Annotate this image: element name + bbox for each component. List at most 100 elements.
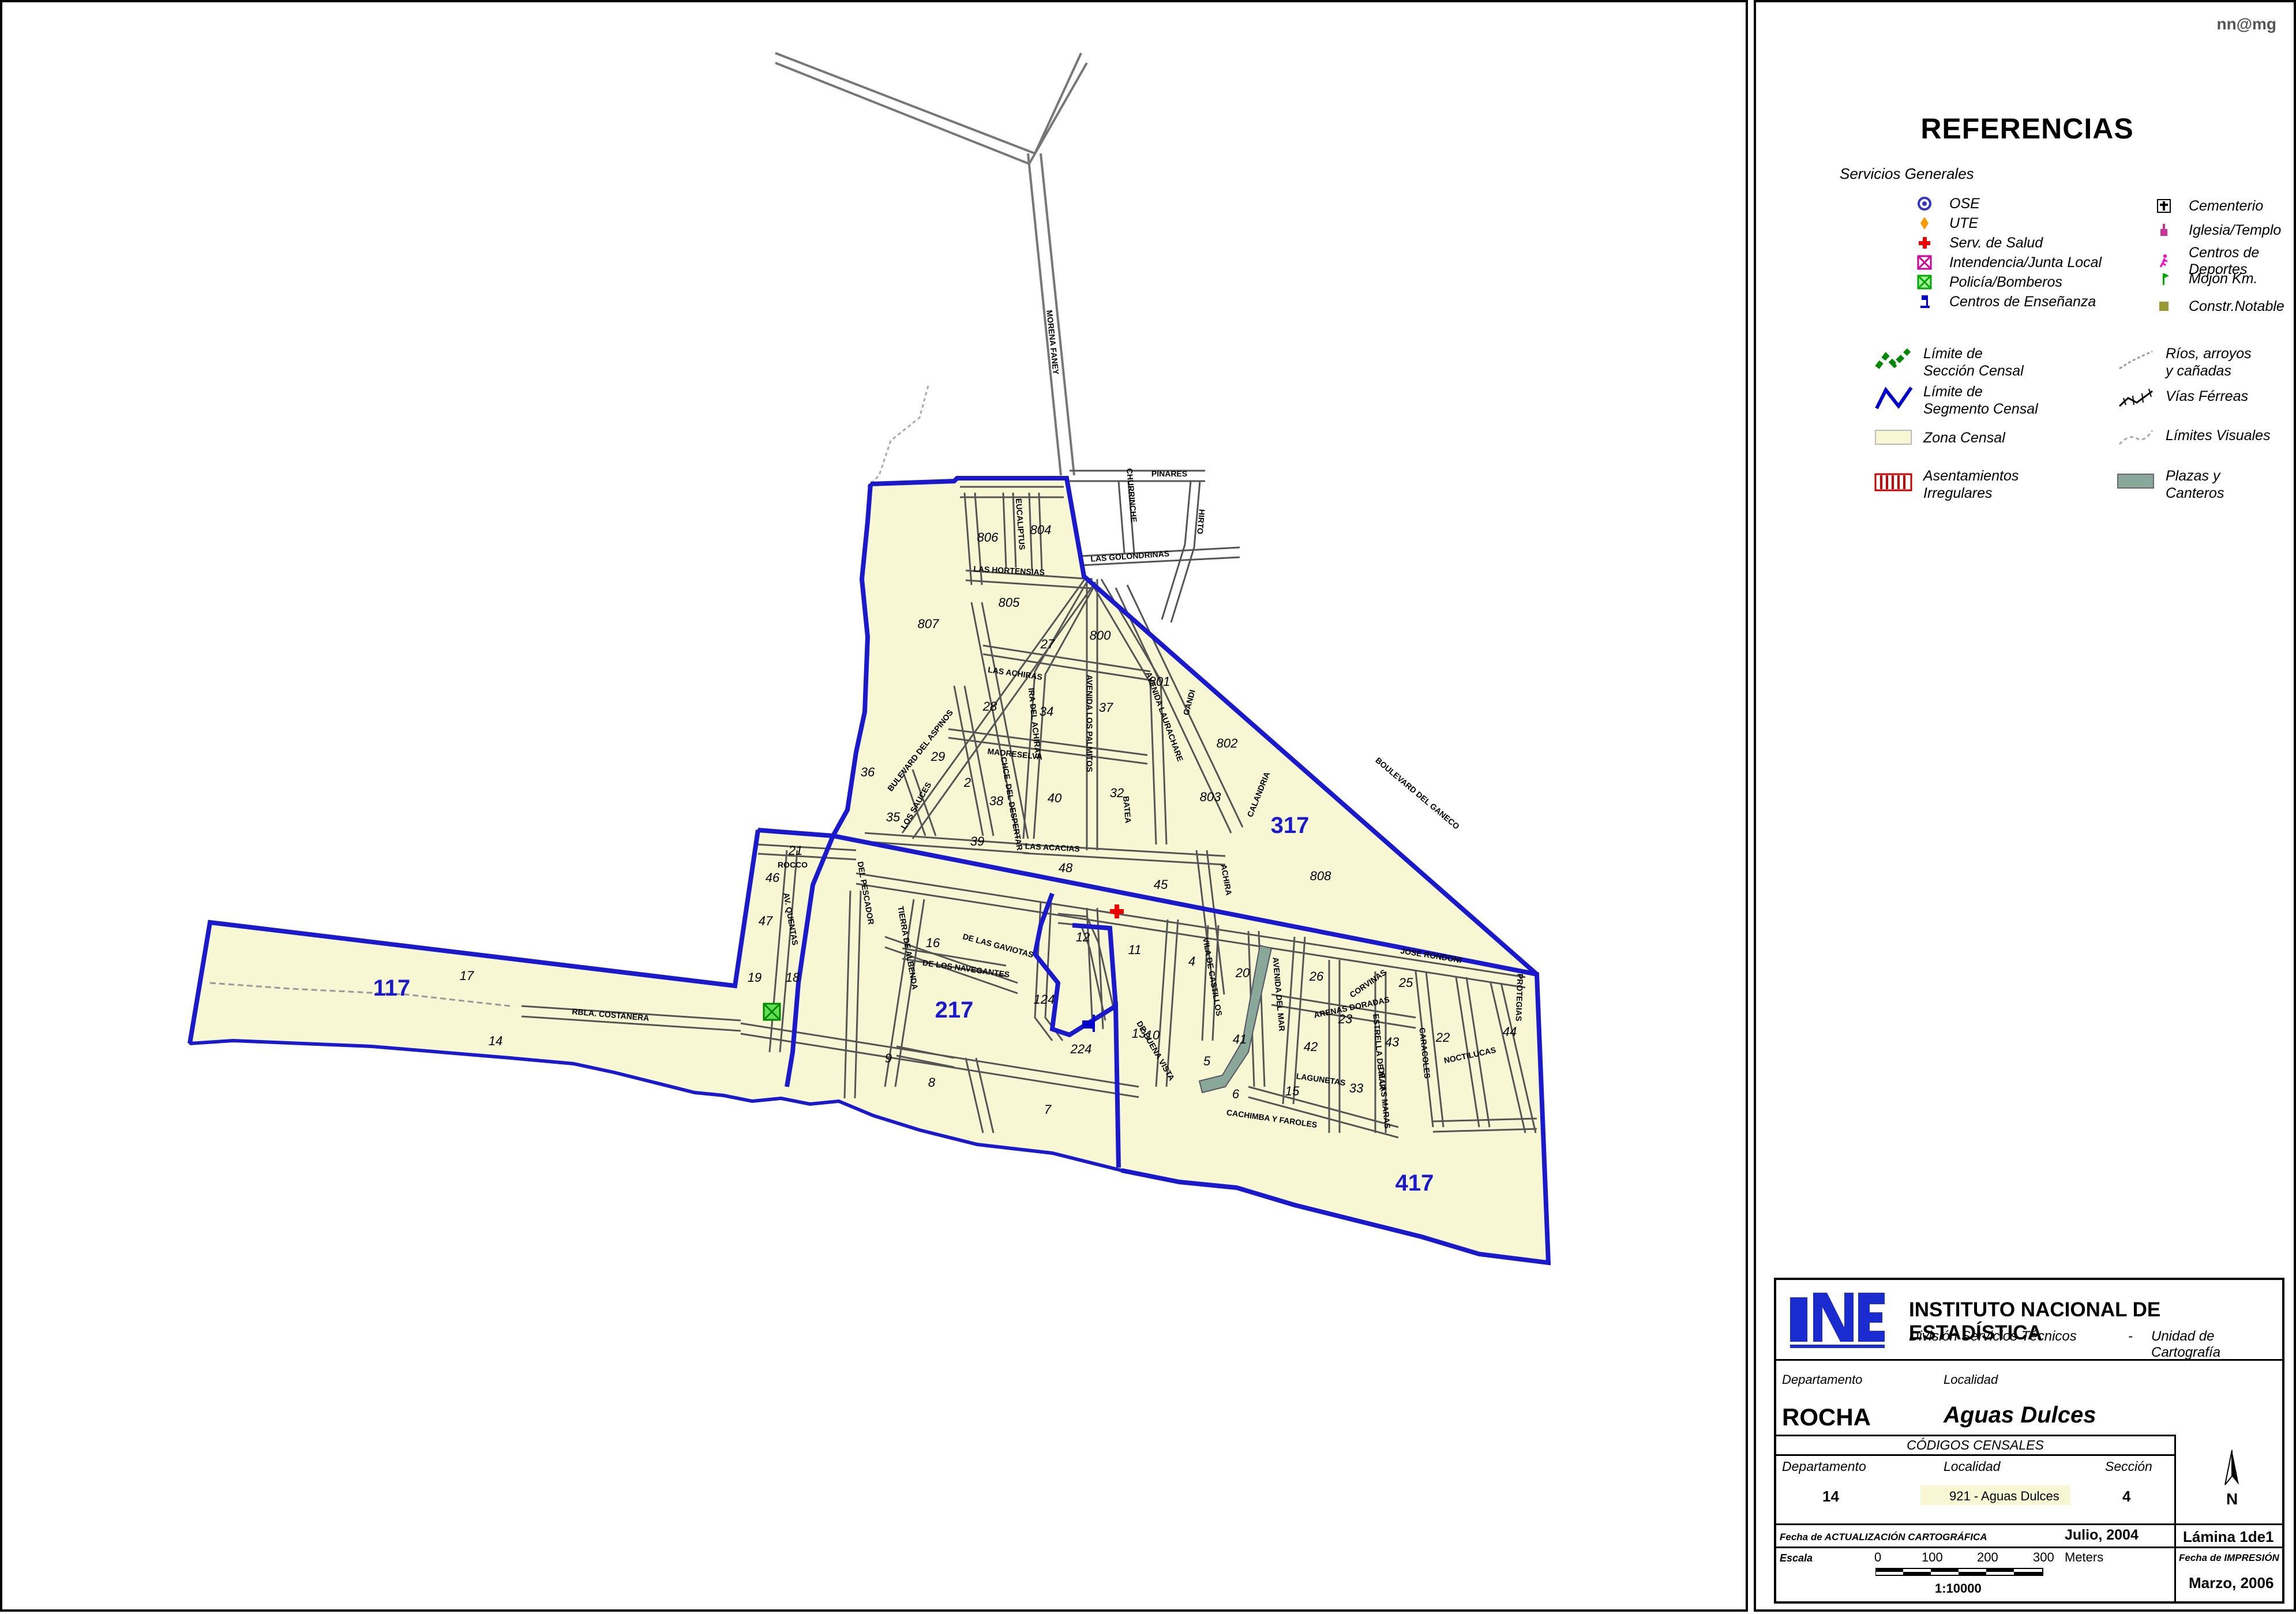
dep-value: ROCHA: [1782, 1403, 1871, 1431]
street-label: CHURRINCHE: [1125, 468, 1139, 523]
scale-tick-300: 300: [2033, 1550, 2054, 1564]
legend-item-notable: Constr.Notable: [2154, 296, 2284, 316]
block-label: 12: [1076, 930, 1090, 944]
loc-value: Aguas Dulces: [1944, 1402, 2096, 1428]
legend-item-health: Serv. de Salud: [1915, 233, 2043, 253]
block-label: 807: [918, 617, 939, 631]
code-sec-value: 4: [2122, 1488, 2131, 1505]
street-label: PROTEGIAS: [1514, 974, 1525, 1022]
block-label: 14: [489, 1034, 502, 1048]
block-label: 44: [1503, 1024, 1517, 1039]
segment-label: 317: [1271, 813, 1310, 838]
ose-icon: [1915, 194, 1934, 213]
police-icon: [1915, 272, 1934, 292]
block-label: 45: [1154, 877, 1168, 892]
block-label: 17: [460, 969, 474, 983]
school-flag-icon: [1915, 292, 1934, 311]
legend-item-church: Iglesia/Templo: [2154, 220, 2281, 240]
author-credit: nn@mg: [2216, 15, 2276, 33]
update-label: Fecha de ACTUALIZACIÓN CARTOGRÁFICA: [1780, 1532, 1987, 1542]
code-loc-value: 921 - Aguas Dulces: [1949, 1489, 2059, 1503]
block-label: 21: [788, 843, 802, 858]
legend-item-police: Policía/Bomberos: [1915, 272, 2062, 292]
block-label: 806: [977, 530, 999, 545]
scale-ratio: 1:10000: [1935, 1581, 1982, 1596]
legend-segment-limit: Límite de Segmento Censal: [1875, 383, 2038, 418]
block-label: 4: [1188, 954, 1195, 969]
block-label: 19: [748, 970, 761, 985]
divider: [1776, 1359, 2282, 1361]
block-label: 39: [970, 834, 984, 849]
block-label: 5: [1203, 1054, 1211, 1068]
block-label: 28: [982, 699, 997, 714]
block-label: 18: [786, 970, 800, 985]
legend-irregular-settlements: Asentamientos Irregulares: [1874, 467, 2019, 502]
block-label: 33: [1349, 1081, 1364, 1095]
legend-railways: Vías Férreas: [2118, 388, 2248, 407]
legend-item-milestone: Mojón Km.: [2154, 269, 2257, 288]
dep-label: Departamento: [1782, 1372, 1863, 1387]
code-dep-value: 14: [1822, 1488, 1839, 1505]
street-label: BOULEVARD DEL GANECO: [1374, 756, 1461, 831]
block-label: 22: [1435, 1030, 1450, 1045]
ine-logo-graphic: [1785, 1287, 1889, 1353]
census-map: 8068048058072780080180280380828 34 3736292…: [187, 52, 1551, 1266]
org-separator: -: [2128, 1328, 2133, 1344]
block-label: 7: [1044, 1102, 1052, 1117]
divider: [1776, 1547, 2282, 1548]
zone-polygon: [189, 477, 1550, 1264]
code-loc-label: Localidad: [1944, 1459, 2001, 1474]
census-zone: [189, 477, 1550, 1264]
print-label: Fecha de IMPRESIÓN: [2179, 1552, 2279, 1563]
segment-limit-icon: [1875, 386, 1913, 410]
health-cross-icon: [1915, 233, 1934, 253]
legend-item-ose: OSE: [1915, 194, 1980, 213]
block-label: 47: [759, 914, 773, 928]
irregular-settlement-swatch: [1874, 473, 1912, 491]
block-label: 37: [1099, 700, 1113, 715]
block-label: 35: [886, 810, 901, 824]
title-block: INSTITUTO NACIONAL DE ESTADÍSTICA Divisi…: [1774, 1278, 2284, 1604]
legend-item-ute: UTE: [1915, 213, 1978, 233]
legend-rivers: Ríos, arroyos y cañadas: [2119, 345, 2252, 380]
block-label: 2: [963, 775, 971, 790]
sports-icon: [2154, 252, 2174, 271]
block-label: 804: [1030, 523, 1052, 537]
block-label: 805: [999, 595, 1020, 610]
block-label: 224: [1070, 1042, 1092, 1056]
section-limit-icon: [1875, 348, 1911, 369]
ine-logo: [1785, 1287, 1889, 1353]
police-icon: [763, 1003, 781, 1021]
update-value: Julio, 2004: [2065, 1527, 2139, 1543]
scale-bar: [1875, 1568, 2043, 1576]
legend-item-school: Centros de Enseñanza: [1915, 292, 2096, 311]
block-label: 8: [928, 1075, 936, 1090]
block-label: 38: [989, 794, 1004, 808]
cemetery-icon: [2154, 196, 2174, 216]
block-label: 25: [1398, 975, 1413, 990]
org-division: División Servicios Técnicos: [1909, 1328, 2077, 1344]
street-label: PINARES: [1151, 469, 1187, 478]
divider: [1776, 1454, 2174, 1456]
block-label: 803: [1200, 790, 1221, 804]
access-roads: [775, 52, 1088, 476]
street-label: AVENIDA LOS PALMITOS: [1085, 674, 1094, 772]
divider: [2174, 1547, 2176, 1602]
scale-tick-200: 200: [1977, 1550, 1998, 1564]
scale-tick-0: 0: [1874, 1550, 1882, 1564]
legend-item-cemetery: Cementerio: [2154, 196, 2263, 216]
plaza-swatch: [2117, 474, 2154, 489]
code-sec-label: Sección: [2105, 1459, 2152, 1474]
block-label: 41: [1233, 1032, 1247, 1046]
block-label: 6: [1232, 1087, 1240, 1101]
divider: [1776, 1435, 2174, 1436]
block-label: 800: [1090, 628, 1111, 643]
visual-limit-icon: [2118, 430, 2154, 445]
map-panel: 806 804 805 807 27 800 801 802 803 808 28 34 37 36 29 2…: [0, 0, 1748, 1612]
railway-line-icon: [2118, 388, 2153, 407]
notable-building-icon: [2154, 296, 2174, 316]
block-label: 40: [1048, 791, 1062, 805]
block-label: 9: [885, 1051, 892, 1065]
legend-subtitle: Servicios Generales: [1840, 165, 1974, 182]
street-label: ROCCO: [778, 860, 808, 869]
